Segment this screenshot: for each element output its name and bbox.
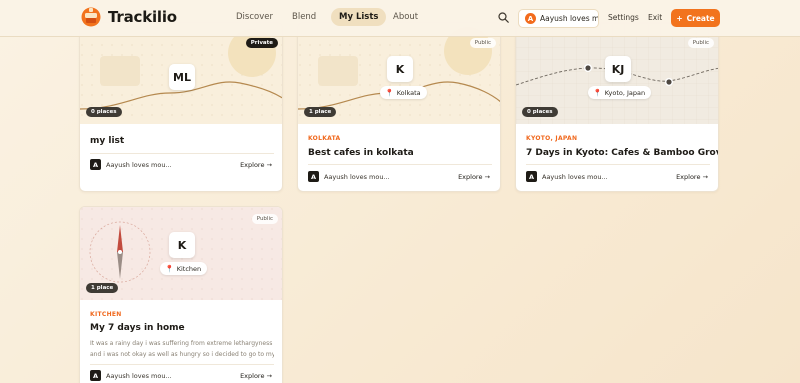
visibility-badge: Public — [251, 214, 278, 224]
places-count-badge: 0 places — [86, 107, 122, 117]
places-count-badge: 1 place — [86, 283, 119, 293]
explore-link[interactable]: Explore → — [240, 161, 272, 169]
pin-icon: 📍 — [593, 88, 602, 97]
arrow-right-icon: → — [702, 173, 708, 181]
card-description-line-2: and i was not okay as well as hungry so … — [90, 351, 274, 358]
explore-link[interactable]: Explore → — [240, 372, 272, 380]
divider — [90, 364, 274, 365]
list-card-best-cafes-kolkata[interactable]: Public K 📍 Kolkata 1 place KOLKATA Best … — [297, 22, 501, 192]
user-name: Aayush loves m... — [540, 14, 599, 23]
visibility-badge: Public — [687, 38, 714, 48]
location-label: Kyoto, Japan — [604, 88, 646, 97]
places-count-badge: 1 place — [304, 107, 337, 117]
list-initials: ML — [169, 64, 195, 90]
explore-link[interactable]: Explore → — [676, 173, 708, 181]
card-owner[interactable]: A Aayush loves mou... — [90, 370, 172, 381]
top-nav: Trackilio Discover Blend My Lists About … — [0, 0, 800, 37]
card-category: KOLKATA — [308, 135, 341, 142]
pin-icon: 📍 — [165, 264, 174, 273]
location-chip: 📍 Kyoto, Japan — [588, 86, 652, 99]
exit-link[interactable]: Exit — [648, 13, 662, 22]
nav-my-lists[interactable]: My Lists — [331, 8, 387, 26]
owner-name: Aayush loves mou... — [106, 371, 172, 380]
plus-icon: + — [676, 13, 683, 23]
list-initials: K — [169, 232, 195, 258]
list-initials: KJ — [605, 56, 631, 82]
arrow-right-icon: → — [266, 372, 272, 380]
brand-name[interactable]: Trackilio — [108, 8, 177, 26]
card-title[interactable]: My 7 days in home — [90, 323, 185, 333]
location-chip: 📍 Kitchen — [160, 262, 208, 275]
nav-about[interactable]: About — [393, 12, 418, 22]
owner-name: Aayush loves mou... — [324, 172, 390, 181]
arrow-right-icon: → — [484, 173, 490, 181]
user-menu-button[interactable]: A Aayush loves m... — [518, 9, 599, 28]
card-title[interactable]: my list — [90, 136, 124, 146]
owner-avatar: A — [90, 370, 101, 381]
owner-avatar: A — [308, 171, 319, 182]
create-label: Create — [686, 13, 715, 23]
card-cover: Public K 📍 Kitchen 1 place — [80, 207, 282, 300]
visibility-badge: Private — [245, 38, 278, 48]
card-owner[interactable]: A Aayush loves mou... — [526, 171, 608, 182]
arrow-right-icon: → — [266, 161, 272, 169]
user-avatar: A — [525, 13, 536, 24]
divider — [308, 164, 492, 165]
owner-avatar: A — [526, 171, 537, 182]
card-category: KITCHEN — [90, 311, 122, 318]
divider — [90, 153, 274, 154]
card-title[interactable]: Best cafes in kolkata — [308, 148, 414, 158]
list-initials: K — [387, 56, 413, 82]
owner-avatar: A — [90, 159, 101, 170]
nav-discover[interactable]: Discover — [236, 12, 273, 22]
trackilio-logo-icon[interactable] — [81, 5, 101, 29]
explore-link[interactable]: Explore → — [458, 173, 490, 181]
card-cover: Public KJ 📍 Kyoto, Japan 0 places — [516, 23, 718, 124]
card-owner[interactable]: A Aayush loves mou... — [308, 171, 390, 182]
owner-name: Aayush loves mou... — [542, 172, 608, 181]
card-cover: Private ML 0 places — [80, 23, 282, 124]
divider — [526, 164, 710, 165]
nav-blend[interactable]: Blend — [292, 12, 316, 22]
visibility-badge: Public — [469, 38, 496, 48]
settings-link[interactable]: Settings — [608, 13, 639, 22]
list-card-my-list[interactable]: Private ML 0 places my list A Aayush lov… — [79, 22, 283, 192]
card-description: It was a rainy day i was suffering from … — [90, 340, 273, 347]
list-card-my-7-days-home[interactable]: Public K 📍 Kitchen 1 place KITCHEN My 7 … — [79, 206, 283, 383]
location-chip: 📍 Kolkata — [380, 86, 427, 99]
location-label: Kolkata — [396, 88, 421, 97]
create-button[interactable]: + Create — [671, 9, 720, 27]
list-card-kyoto[interactable]: Public KJ 📍 Kyoto, Japan 0 places KYOTO,… — [515, 22, 719, 192]
owner-name: Aayush loves mou... — [106, 160, 172, 169]
card-cover: Public K 📍 Kolkata 1 place — [298, 23, 500, 124]
search-icon[interactable] — [498, 12, 509, 23]
pin-icon: 📍 — [385, 88, 394, 97]
card-category: KYOTO, JAPAN — [526, 135, 578, 142]
places-count-badge: 0 places — [522, 107, 558, 117]
card-title[interactable]: 7 Days in Kyoto: Cafes & Bamboo Groves — [526, 148, 718, 158]
card-owner[interactable]: A Aayush loves mou... — [90, 159, 172, 170]
location-label: Kitchen — [176, 264, 202, 273]
